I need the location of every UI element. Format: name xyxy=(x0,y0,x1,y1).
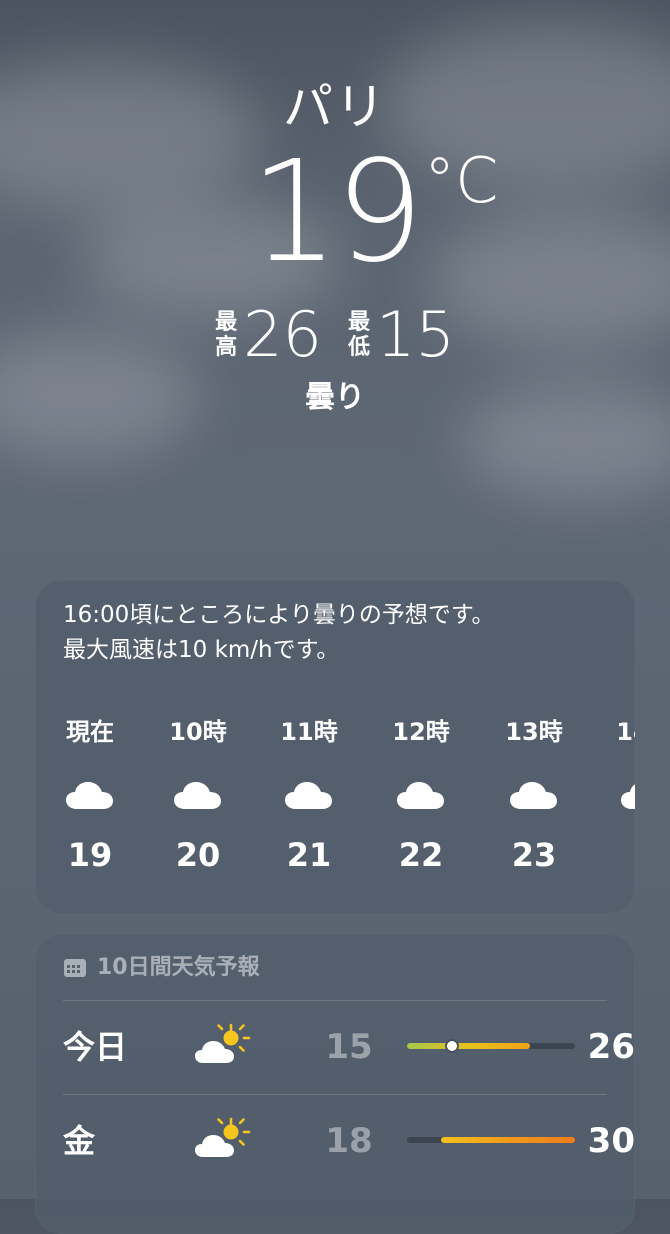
high-temperature: 26 xyxy=(587,1027,635,1067)
cloud-icon xyxy=(285,782,332,809)
ten-day-title: 10日間天気予報 xyxy=(97,955,260,980)
hour-time: 10時 xyxy=(169,718,227,746)
current-temperature-dot xyxy=(446,1041,457,1051)
hour-temperature: 21 xyxy=(286,836,332,874)
high-temperature: 26 xyxy=(243,298,322,371)
temperature-range-fill xyxy=(440,1137,575,1143)
current-weather: パリ 19 °C 最 高 26 最 低 15 曇り xyxy=(0,76,670,418)
day-label: 今日 xyxy=(63,1028,128,1066)
hour-item[interactable]: 14時 2 xyxy=(590,716,635,876)
cloud-icon xyxy=(621,784,635,809)
hour-temperature: 2 xyxy=(590,834,635,876)
hourly-scroll-list[interactable]: 現在 19 10時 20 11時 21 12時 22 13時 23 14時 2 xyxy=(35,580,635,914)
cloud-icon xyxy=(510,782,557,809)
current-temperature-group: 19 °C xyxy=(250,140,498,286)
calendar-icon xyxy=(64,959,86,977)
low-label: 最 低 xyxy=(348,310,371,360)
hour-temperature: 23 xyxy=(511,836,557,874)
high-group: 最 高 26 xyxy=(215,302,322,368)
daily-row[interactable]: 今日 15 26 xyxy=(63,1000,635,1093)
temperature-range-fill xyxy=(407,1043,531,1049)
city-name: パリ xyxy=(283,78,387,136)
low-temperature: 18 xyxy=(325,1121,373,1161)
low-group: 最 低 15 xyxy=(348,302,455,368)
hour-temperature: 19 xyxy=(67,836,113,874)
high-label: 最 高 xyxy=(215,310,238,360)
hour-item[interactable]: 11時 21 xyxy=(254,716,364,876)
partly-sunny-icon xyxy=(195,1117,251,1157)
daily-row[interactable]: 金 18 30 xyxy=(63,1094,635,1187)
hour-item[interactable]: 12時 22 xyxy=(366,716,476,876)
current-temperature: 19 xyxy=(249,131,424,294)
temperature-unit: °C xyxy=(424,144,499,217)
ten-day-header: 10日間天気予報 xyxy=(63,954,260,982)
hour-temperature: 22 xyxy=(398,836,444,874)
hour-time: 現在 xyxy=(66,718,114,746)
partly-sunny-icon xyxy=(195,1023,251,1063)
hour-time: 13時 xyxy=(505,718,563,746)
hour-time: 12時 xyxy=(392,718,450,746)
ten-day-forecast-card[interactable]: 10日間天気予報 今日 15 26 金 18 30 xyxy=(35,934,635,1234)
condition-text: 曇り xyxy=(305,380,365,415)
hour-item[interactable]: 現在 19 xyxy=(35,716,145,876)
day-label: 金 xyxy=(63,1122,96,1160)
hour-time: 11時 xyxy=(280,718,338,746)
low-temperature: 15 xyxy=(376,298,455,371)
low-temperature: 15 xyxy=(325,1027,373,1067)
hour-time: 14時 xyxy=(616,718,635,746)
temperature-range-bar xyxy=(407,1137,575,1143)
cloud-icon xyxy=(397,782,444,809)
high-temperature: 30 xyxy=(587,1121,635,1161)
temperature-range-bar xyxy=(407,1041,575,1051)
cloud-icon xyxy=(66,782,113,809)
hour-temperature: 20 xyxy=(175,836,221,874)
hourly-forecast-card[interactable]: 16:00頃にところにより曇りの予想です。 最大風速は10 km/hです。 現在… xyxy=(35,580,635,914)
hour-item[interactable]: 10時 20 xyxy=(143,716,253,876)
cloud-icon xyxy=(174,782,221,809)
hour-item[interactable]: 13時 23 xyxy=(479,716,589,876)
high-low: 最 高 26 最 低 15 xyxy=(0,302,670,368)
